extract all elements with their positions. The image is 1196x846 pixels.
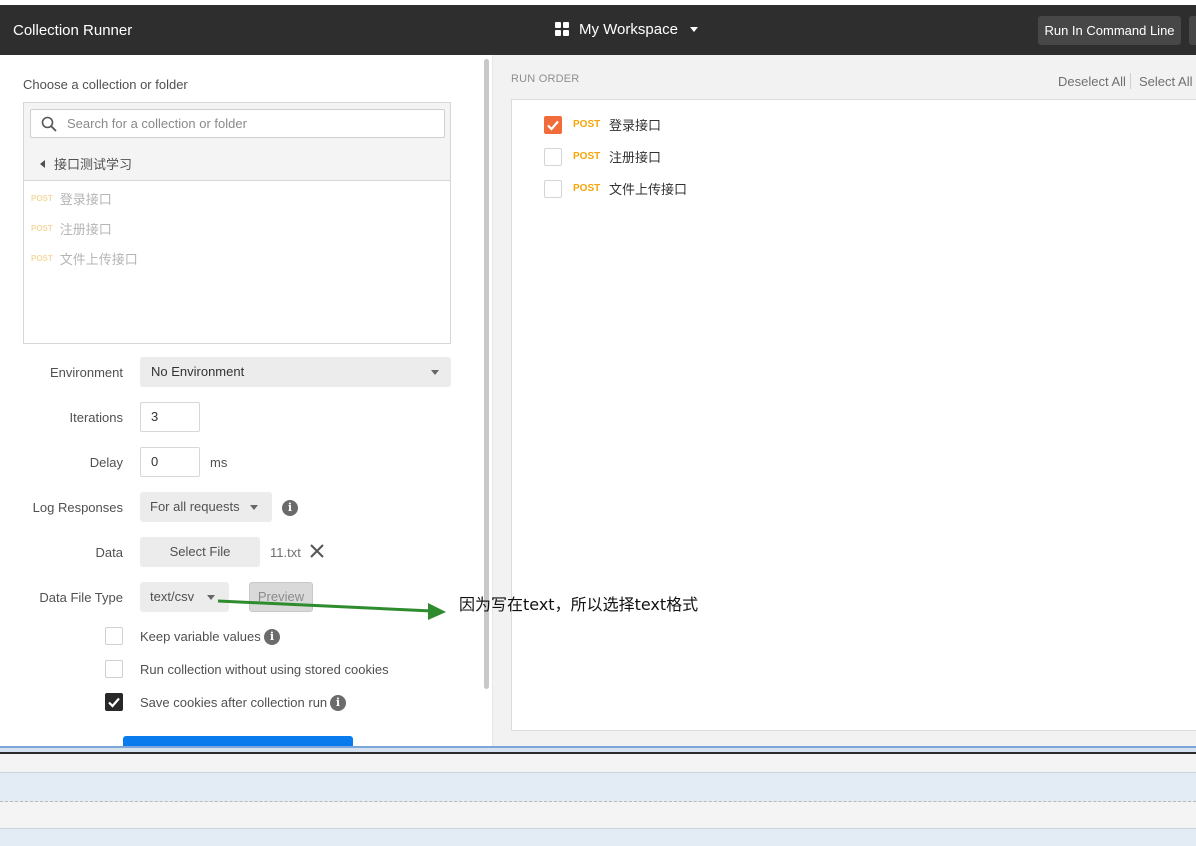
request-method: POST (31, 224, 53, 233)
info-icon[interactable]: i (330, 695, 346, 711)
run-order-item[interactable]: POST 登录接口 (544, 115, 661, 134)
background-strip (0, 752, 1196, 772)
data-file-name: 11.txt (270, 545, 301, 560)
request-name: 文件上传接口 (609, 182, 688, 197)
preview-button[interactable]: Preview (249, 582, 313, 612)
titlebar-edge-button[interactable] (1189, 16, 1196, 45)
select-all-link[interactable]: Select All (1139, 74, 1192, 89)
iterations-label: Iterations (69, 410, 123, 425)
request-list-item[interactable]: POST 文件上传接口 (31, 249, 138, 268)
folder-breadcrumb[interactable]: 接口测试学习 (40, 154, 132, 173)
request-method: POST (573, 183, 601, 194)
save-cookies-label: Save cookies after collection run (140, 695, 328, 710)
workspace-name: My Workspace (579, 21, 678, 38)
run-without-cookies-checkbox[interactable] (105, 660, 123, 678)
request-method: POST (573, 151, 601, 162)
iterations-input[interactable]: 3 (140, 402, 200, 432)
run-order-item[interactable]: POST 注册接口 (544, 147, 661, 166)
chevron-down-icon (250, 505, 258, 510)
collection-picker: 接口测试学习 POST 登录接口 POST 注册接口 POST 文件上传接口 (23, 102, 451, 344)
log-responses-select[interactable]: For all requests (140, 492, 272, 522)
search-icon (41, 116, 57, 132)
log-responses-value: For all requests (150, 499, 240, 514)
data-file-type-label: Data File Type (39, 590, 123, 605)
chevron-down-icon (207, 595, 215, 600)
environment-value: No Environment (151, 364, 245, 379)
runner-settings-panel: Choose a collection or folder 接口测试学习 POS… (0, 55, 492, 748)
data-file-type-select[interactable]: text/csv (140, 582, 229, 612)
workspace-grid-icon (555, 22, 570, 37)
request-name: 登录接口 (609, 118, 662, 133)
run-order-item[interactable]: POST 文件上传接口 (544, 179, 687, 198)
delay-label: Delay (89, 455, 123, 470)
folder-name: 接口测试学习 (54, 157, 133, 172)
workspace-switcher[interactable]: My Workspace (555, 21, 698, 38)
run-in-command-line-button[interactable]: Run In Command Line (1038, 16, 1181, 45)
request-method: POST (573, 119, 601, 130)
search-input[interactable] (67, 110, 437, 137)
request-name: 登录接口 (59, 192, 112, 207)
log-responses-label: Log Responses (32, 500, 123, 515)
annotation-text: 因为写在text，所以选择text格式 (459, 595, 699, 614)
chevron-down-icon (431, 370, 439, 375)
keep-variable-values-checkbox[interactable] (105, 627, 123, 645)
run-without-cookies-label: Run collection without using stored cook… (140, 662, 389, 677)
keep-variable-values-label: Keep variable values (140, 629, 261, 644)
run-order-heading: RUN ORDER (511, 73, 580, 85)
data-label: Data (95, 545, 123, 560)
choose-collection-label: Choose a collection or folder (23, 77, 188, 92)
run-order-list: POST 登录接口 POST 注册接口 POST 文件上传接口 (511, 99, 1196, 731)
environment-label: Environment (50, 365, 123, 380)
request-method: POST (31, 194, 53, 203)
info-icon[interactable]: i (264, 629, 280, 645)
close-icon[interactable] (308, 542, 326, 560)
run-order-panel: RUN ORDER Deselect All Select All POST 登… (493, 55, 1196, 746)
app-title: Collection Runner (13, 22, 133, 39)
background-strip (0, 828, 1196, 846)
save-cookies-checkbox[interactable] (105, 693, 123, 711)
request-name: 文件上传接口 (59, 252, 138, 267)
delay-unit: ms (210, 455, 228, 470)
select-file-button[interactable]: Select File (140, 537, 260, 567)
request-method: POST (31, 254, 53, 263)
delay-input[interactable]: 0 (140, 447, 200, 477)
run-order-checkbox[interactable] (544, 147, 562, 166)
run-order-checkbox[interactable] (544, 179, 562, 198)
collection-picker-header: 接口测试学习 (24, 103, 450, 181)
environment-select[interactable]: No Environment (140, 357, 451, 387)
divider (1130, 73, 1131, 89)
request-name: 注册接口 (609, 150, 662, 165)
chevron-down-icon (689, 27, 698, 32)
check-icon (547, 120, 559, 131)
title-bar: Collection Runner My Workspace Run In Co… (0, 5, 1196, 55)
request-name: 注册接口 (59, 222, 112, 237)
info-icon[interactable]: i (282, 500, 298, 516)
run-order-checkbox[interactable] (544, 115, 562, 134)
check-icon (108, 697, 120, 708)
background-strip (0, 772, 1196, 802)
request-list-item[interactable]: POST 注册接口 (31, 219, 112, 238)
background-strip (0, 802, 1196, 828)
collection-search[interactable] (30, 109, 445, 138)
request-list-item[interactable]: POST 登录接口 (31, 189, 112, 208)
back-caret-icon (40, 159, 45, 168)
deselect-all-link[interactable]: Deselect All (1058, 74, 1126, 89)
data-file-type-value: text/csv (150, 589, 195, 604)
